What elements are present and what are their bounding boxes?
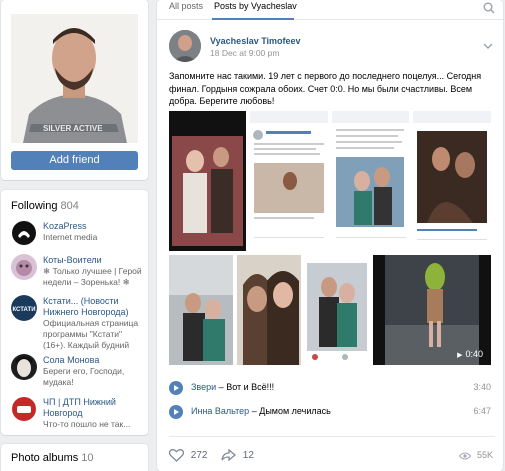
following-item-name: Коты-Воители	[43, 255, 102, 265]
following-item-desc: Официальная страница программы "Кстати" …	[43, 318, 139, 350]
profile-photo[interactable]: SILVER ACTIVE	[11, 14, 138, 143]
photo-albums-title: Photo albums	[11, 452, 79, 464]
chp-dtp-avatar	[11, 396, 37, 422]
koty-voiteli-avatar	[11, 254, 37, 280]
play-button[interactable]	[169, 405, 183, 419]
post-author-name[interactable]: Vyacheslav Timofeev	[210, 36, 301, 46]
eye-icon	[459, 452, 472, 460]
like-count: 272	[190, 450, 208, 462]
photo-albums-count: 10	[81, 452, 94, 464]
wall-tabs: All posts Posts by Vyacheslav	[157, 0, 503, 20]
post-photo-4[interactable]	[413, 111, 491, 251]
post-photo-2[interactable]	[250, 111, 328, 251]
track-title: Инна Вальтер – Дымом лечилась	[191, 406, 331, 416]
track-duration: 6:47	[473, 406, 491, 416]
following-item-chp-dtp[interactable]: ЧП | ДТП Нижний Новгород Что-то пошло не…	[11, 396, 141, 436]
share-button[interactable]: 12	[221, 448, 254, 462]
post-photo-1[interactable]	[169, 111, 246, 251]
tab-posts-by-owner[interactable]: Posts by Vyacheslav	[214, 1, 297, 11]
play-button[interactable]	[169, 381, 183, 395]
views-count: 55K	[476, 450, 493, 460]
track-song: Дымом лечилась	[259, 406, 331, 416]
share-count: 12	[242, 449, 254, 461]
post-photo-3[interactable]	[332, 111, 409, 251]
track-artist[interactable]: Инна Вальтер	[191, 406, 249, 416]
wall-post-card: All posts Posts by Vyacheslav Vyacheslav…	[157, 0, 503, 471]
kstati-avatar: КСТАТИ	[11, 295, 37, 321]
post-video-thumbnail[interactable]: ▶ 0:40	[373, 255, 491, 365]
photo-albums-card[interactable]: Photo albums 10	[1, 444, 148, 471]
following-item-desc: Что-то пошло не так...	[43, 419, 131, 429]
actions-divider	[169, 436, 495, 437]
play-icon: ▶	[457, 352, 463, 359]
share-icon	[221, 448, 237, 462]
following-item-desc: ❄ Только лучшее | Герой недели – Зореньк…	[43, 266, 142, 287]
following-item-koty-voiteli[interactable]: Коты-Воители ❄ Только лучшее | Герой нед…	[11, 254, 142, 294]
author-avatar[interactable]	[169, 30, 201, 62]
like-button[interactable]: 272	[168, 449, 208, 462]
following-item-name: ЧП | ДТП Нижний Новгород	[43, 397, 116, 418]
following-item-sola-monova[interactable]: Сола Монова Береги его, Господи, мудака!	[11, 354, 141, 394]
following-item-name: Сола Монова	[43, 355, 100, 365]
svg-text:SILVER ACTIVE: SILVER ACTIVE	[43, 124, 103, 133]
views-counter: 55K	[459, 450, 493, 460]
video-duration-text: 0:40	[465, 349, 483, 359]
track-artist[interactable]: Звери	[191, 382, 216, 392]
following-item-name: KozaPress	[43, 221, 87, 231]
following-item-kstati[interactable]: КСТАТИ Кстати... (Новости Нижнего Новгор…	[11, 295, 141, 350]
post-photo-5[interactable]	[169, 255, 233, 365]
following-item-desc: Internet media	[43, 232, 98, 242]
post-photo-6[interactable]	[237, 255, 301, 365]
kstati-logo-text: КСТАТИ	[12, 307, 35, 313]
photo-albums-header[interactable]: Photo albums 10	[11, 452, 94, 464]
profile-card: SILVER ACTIVE Add friend	[1, 0, 148, 180]
following-title: Following	[11, 200, 58, 212]
video-duration: ▶ 0:40	[457, 349, 483, 359]
following-count: 804	[60, 200, 79, 212]
track-song: Вот и Всё!!!	[226, 382, 275, 392]
post-text: Запомните нас такими. 19 лет с первого д…	[169, 71, 482, 106]
search-icon[interactable]	[483, 2, 495, 17]
audio-track[interactable]: Звери – Вот и Всё!!! 3:40	[169, 381, 495, 397]
heart-icon	[168, 449, 185, 462]
sola-monova-avatar	[11, 354, 37, 380]
post-date[interactable]: 18 Dec at 9:00 pm	[210, 48, 279, 58]
add-friend-button[interactable]: Add friend	[11, 151, 138, 170]
following-card: Following 804 KozaPress Internet media Ко…	[1, 190, 148, 435]
chevron-down-icon[interactable]	[483, 38, 493, 52]
kozapress-avatar	[11, 220, 37, 246]
following-header[interactable]: Following 804	[11, 200, 79, 212]
post-photo-7[interactable]	[305, 255, 369, 365]
tab-all-posts[interactable]: All posts	[169, 1, 203, 11]
active-tab-indicator	[212, 18, 294, 20]
audio-track[interactable]: Инна Вальтер – Дымом лечилась 6:47	[169, 405, 495, 421]
track-title: Звери – Вот и Всё!!!	[191, 382, 275, 392]
following-item-desc: Береги его, Господи, мудака!	[43, 366, 125, 387]
track-duration: 3:40	[473, 382, 491, 392]
following-item-name: Кстати... (Новости Нижнего Новгорода)	[43, 296, 129, 317]
